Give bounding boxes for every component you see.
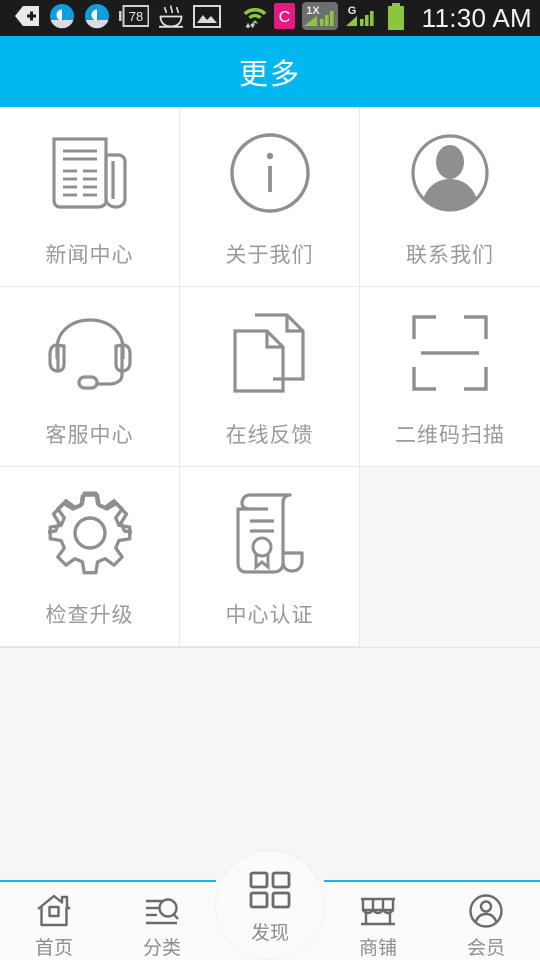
menu-grid: 新闻中心 关于我们 联系我们 客服中心 在线反馈 二维码扫描 检查升级 中心认证 xyxy=(0,107,540,648)
page-title: 更多 xyxy=(238,56,301,91)
tab-label: 分类 xyxy=(142,937,181,959)
grid-item-label: 在线反馈 xyxy=(225,423,314,447)
signal-1x-icon: 1X xyxy=(301,2,338,34)
gear-icon xyxy=(42,485,138,581)
svg-text:C: C xyxy=(278,9,290,26)
bottom-tab-bar: 首页 分类 发现 商铺 会员 xyxy=(0,851,540,960)
wifi-icon xyxy=(243,3,267,33)
grid-item-empty xyxy=(360,467,540,647)
c-app-icon: C xyxy=(273,3,295,33)
cloud-sync-icon-2 xyxy=(84,3,110,33)
shop-icon xyxy=(357,891,399,930)
newspaper-icon xyxy=(42,125,138,221)
tab-label: 首页 xyxy=(34,937,73,959)
back-plus-icon xyxy=(14,5,40,31)
grid-squares-icon xyxy=(247,869,293,913)
tab-category[interactable]: 分类 xyxy=(108,882,216,960)
grid-item-label: 新闻中心 xyxy=(45,243,134,267)
status-bar-left-icons: 78 xyxy=(14,3,243,33)
grid-item-label: 中心认证 xyxy=(225,603,314,627)
status-bar-right-icons: C 1X G 11:30 AM xyxy=(243,2,532,34)
tab-label: 商铺 xyxy=(358,937,397,959)
grid-item-label: 客服中心 xyxy=(45,423,134,447)
battery-icon xyxy=(386,2,406,34)
tab-discover[interactable]: 发现 xyxy=(216,851,324,960)
app-header: 更多 xyxy=(0,36,540,107)
grid-item-label: 联系我们 xyxy=(406,243,494,267)
tab-home[interactable]: 首页 xyxy=(0,882,108,960)
grid-item-customer-service[interactable]: 客服中心 xyxy=(0,287,180,467)
member-user-icon xyxy=(465,891,507,930)
image-icon xyxy=(193,4,221,32)
tab-member[interactable]: 会员 xyxy=(432,882,540,960)
svg-text:1X: 1X xyxy=(306,5,320,17)
grid-item-check-update[interactable]: 检查升级 xyxy=(0,467,180,647)
grid-item-label: 二维码扫描 xyxy=(395,423,505,447)
svg-text:78: 78 xyxy=(129,9,143,24)
grid-item-qr-scan[interactable]: 二维码扫描 xyxy=(360,287,540,467)
status-bar-clock: 11:30 AM xyxy=(421,2,532,33)
certificate-scroll-icon xyxy=(222,485,318,581)
grid-item-online-feedback[interactable]: 在线反馈 xyxy=(180,287,360,467)
grid-item-label: 检查升级 xyxy=(45,603,134,627)
home-icon xyxy=(33,891,75,930)
grid-item-about-us[interactable]: 关于我们 xyxy=(180,107,360,287)
grid-item-contact-us[interactable]: 联系我们 xyxy=(360,107,540,287)
tab-shop[interactable]: 商铺 xyxy=(324,882,432,960)
person-avatar-icon xyxy=(402,125,498,221)
qr-scan-icon xyxy=(402,305,498,401)
tab-label: 会员 xyxy=(466,937,505,959)
documents-icon xyxy=(222,305,318,401)
grid-item-label: 关于我们 xyxy=(225,243,314,267)
grid-item-center-certification[interactable]: 中心认证 xyxy=(180,467,360,647)
steam-bowl-icon xyxy=(158,4,184,33)
status-bar: 78 C 1X G 11:30 AM xyxy=(0,0,540,36)
phone-screen: 78 C 1X G 11:30 AM 更多 新闻中心 关于我们 联系我们 客服中… xyxy=(0,0,540,960)
grid-item-news-center[interactable]: 新闻中心 xyxy=(0,107,180,287)
category-search-icon xyxy=(141,891,183,930)
headset-icon xyxy=(42,305,138,401)
cloud-sync-icon xyxy=(49,3,75,33)
battery-percent-badge-icon: 78 xyxy=(119,5,150,31)
svg-text:G: G xyxy=(347,5,356,17)
tab-discover-bubble[interactable]: 发现 xyxy=(216,851,324,959)
info-circle-icon xyxy=(222,125,318,221)
tab-label: 发现 xyxy=(250,922,289,944)
signal-g-icon: G xyxy=(345,3,379,33)
